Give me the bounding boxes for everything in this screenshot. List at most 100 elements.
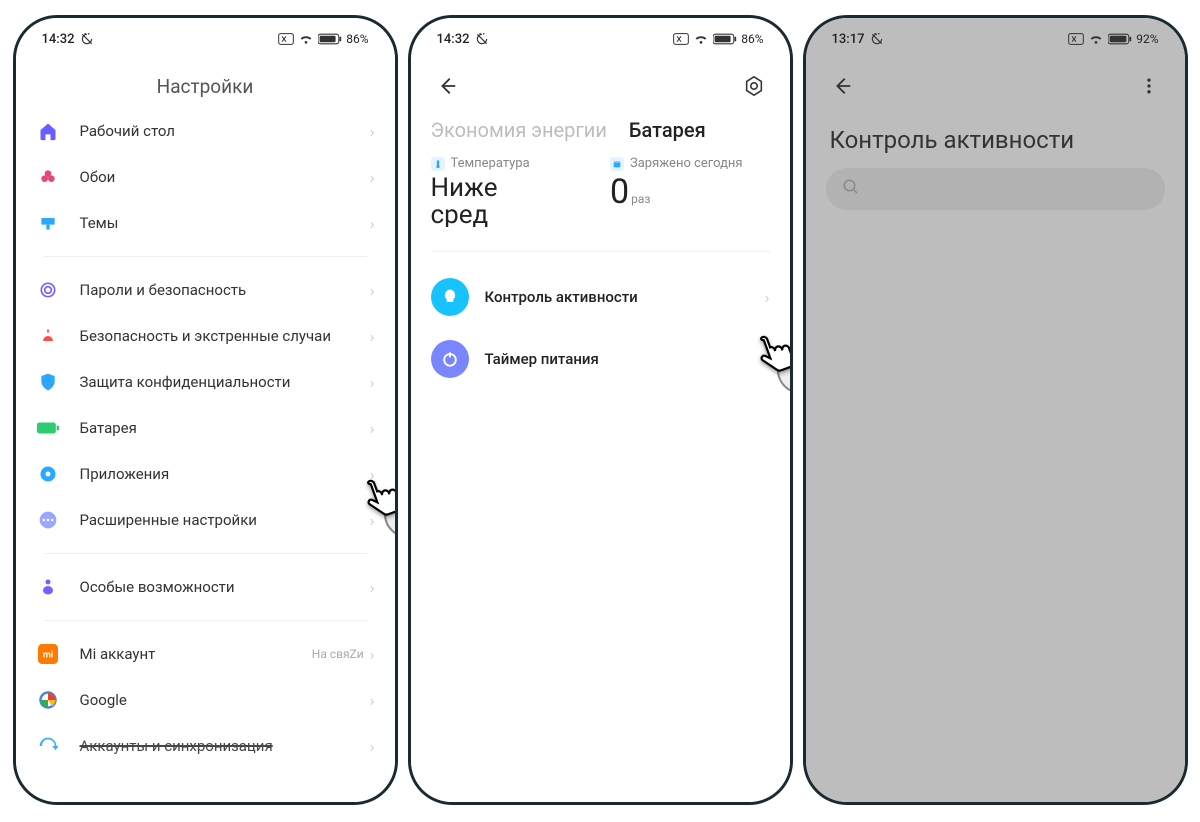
status-bar: 14:32 86%	[411, 18, 790, 52]
divider	[44, 256, 367, 257]
google-icon	[36, 688, 60, 712]
volte-icon	[278, 33, 294, 45]
chevron-right-icon: ›	[370, 578, 375, 597]
more-button[interactable]	[1133, 70, 1165, 102]
wifi-icon	[298, 33, 314, 45]
settings-button[interactable]	[738, 70, 770, 102]
wifi-icon	[693, 33, 709, 45]
shield-icon	[36, 370, 60, 394]
back-button[interactable]	[826, 70, 858, 102]
chevron-right-icon: ›	[370, 373, 375, 392]
row-label: Обои	[80, 168, 370, 186]
tabs: Экономия энергии Батарея	[411, 108, 790, 156]
back-button[interactable]	[431, 70, 463, 102]
settings-row-wallpaper[interactable]: Обои ›	[26, 154, 385, 200]
row-label: Пароли и безопасность	[80, 281, 370, 299]
header: Настройки	[16, 52, 395, 108]
svg-text:mi: mi	[42, 650, 52, 660]
fingerprint-icon	[36, 278, 60, 302]
settings-row-emergency[interactable]: Безопасность и экстренные случаи ›	[26, 313, 385, 359]
row-label: Mi аккаунт	[80, 645, 312, 663]
row-label: Защита конфиденциальности	[80, 373, 370, 391]
settings-row-advanced[interactable]: Расширенные настройки ›	[26, 497, 385, 543]
battery-icon	[318, 33, 342, 45]
settings-row-battery[interactable]: Батарея ›	[26, 405, 385, 451]
option-label: Таймер питания	[485, 350, 749, 368]
battery-percent: 86%	[741, 32, 763, 46]
mi-icon: mi	[36, 642, 60, 666]
stat-value-line2: сред	[431, 202, 591, 227]
search-icon	[842, 178, 860, 200]
alarm-off-icon	[80, 32, 94, 46]
chevron-right-icon: ›	[765, 288, 770, 307]
row-label: Google	[80, 691, 370, 709]
page-title: Настройки	[36, 75, 375, 98]
accessibility-icon	[36, 575, 60, 599]
battery-percent: 86%	[346, 32, 368, 46]
phone-activity-control: 13:17 92% Контроль активности	[803, 15, 1188, 805]
option-power-timer[interactable]: Таймер питания ›	[411, 328, 790, 390]
chevron-right-icon: ›	[370, 327, 375, 346]
row-label: Рабочий стол	[80, 122, 370, 140]
chevron-right-icon: ›	[370, 168, 375, 187]
settings-row-apps[interactable]: Приложения ›	[26, 451, 385, 497]
page-title: Контроль активности	[806, 108, 1185, 168]
tab-power-saving[interactable]: Экономия энергии	[431, 118, 607, 142]
settings-row-desktop[interactable]: Рабочий стол ›	[26, 108, 385, 154]
chevron-right-icon: ›	[370, 122, 375, 141]
stat-label: Заряжено сегодня	[630, 156, 743, 171]
settings-row-passwords[interactable]: Пароли и безопасность ›	[26, 267, 385, 313]
power-icon	[431, 340, 469, 378]
alarm-off-icon	[475, 32, 489, 46]
status-time: 14:32	[437, 32, 470, 47]
dots-icon	[36, 508, 60, 532]
row-sublabel: На свяZи	[312, 647, 364, 661]
alarm-off-icon	[870, 32, 884, 46]
row-label: Аккаунты и синхронизация	[80, 737, 370, 755]
stat-value-line1: Ниже	[431, 175, 591, 202]
option-label: Контроль активности	[485, 288, 749, 306]
settings-row-privacy[interactable]: Защита конфиденциальности ›	[26, 359, 385, 405]
alert-icon	[36, 324, 60, 348]
gear-icon	[36, 462, 60, 486]
chevron-right-icon: ›	[370, 691, 375, 710]
option-activity-control[interactable]: Контроль активности ›	[411, 266, 790, 328]
battery-icon	[36, 416, 60, 440]
chevron-right-icon: ›	[370, 737, 375, 756]
header	[806, 52, 1185, 108]
status-bar: 14:32 86%	[16, 18, 395, 52]
tab-battery[interactable]: Батарея	[629, 118, 706, 142]
stat-charged-today: Заряжено сегодня 0раз	[610, 156, 770, 227]
search-input[interactable]	[826, 168, 1165, 210]
settings-row-accessibility[interactable]: Особые возможности ›	[26, 564, 385, 610]
row-label: Батарея	[80, 419, 370, 437]
settings-row-themes[interactable]: Темы ›	[26, 200, 385, 246]
status-time: 14:32	[42, 32, 75, 47]
chevron-right-icon: ›	[370, 419, 375, 438]
chevron-right-icon: ›	[370, 511, 375, 530]
temperature-icon	[431, 157, 445, 171]
chevron-right-icon: ›	[370, 465, 375, 484]
status-time: 13:17	[832, 32, 865, 47]
battery-percent: 92%	[1136, 32, 1158, 46]
row-label: Темы	[80, 214, 370, 232]
stat-label: Температура	[451, 156, 530, 171]
bulb-icon	[431, 278, 469, 316]
sync-icon	[36, 734, 60, 758]
divider	[431, 251, 770, 252]
chevron-right-icon: ›	[370, 645, 375, 664]
row-label: Приложения	[80, 465, 370, 483]
flower-icon	[36, 165, 60, 189]
stat-unit: раз	[631, 192, 650, 206]
settings-row-google[interactable]: Google ›	[26, 677, 385, 723]
row-label: Расширенные настройки	[80, 511, 370, 529]
battery-icon	[1108, 33, 1132, 45]
chevron-right-icon: ›	[370, 281, 375, 300]
brush-icon	[36, 211, 60, 235]
battery-icon	[713, 33, 737, 45]
home-icon	[36, 119, 60, 143]
phone-settings: 14:32 86% Настройки	[13, 15, 398, 805]
settings-row-accounts-sync[interactable]: Аккаунты и синхронизация ›	[26, 723, 385, 769]
settings-row-mi-account[interactable]: mi Mi аккаунт На свяZи ›	[26, 631, 385, 677]
volte-icon	[673, 33, 689, 45]
